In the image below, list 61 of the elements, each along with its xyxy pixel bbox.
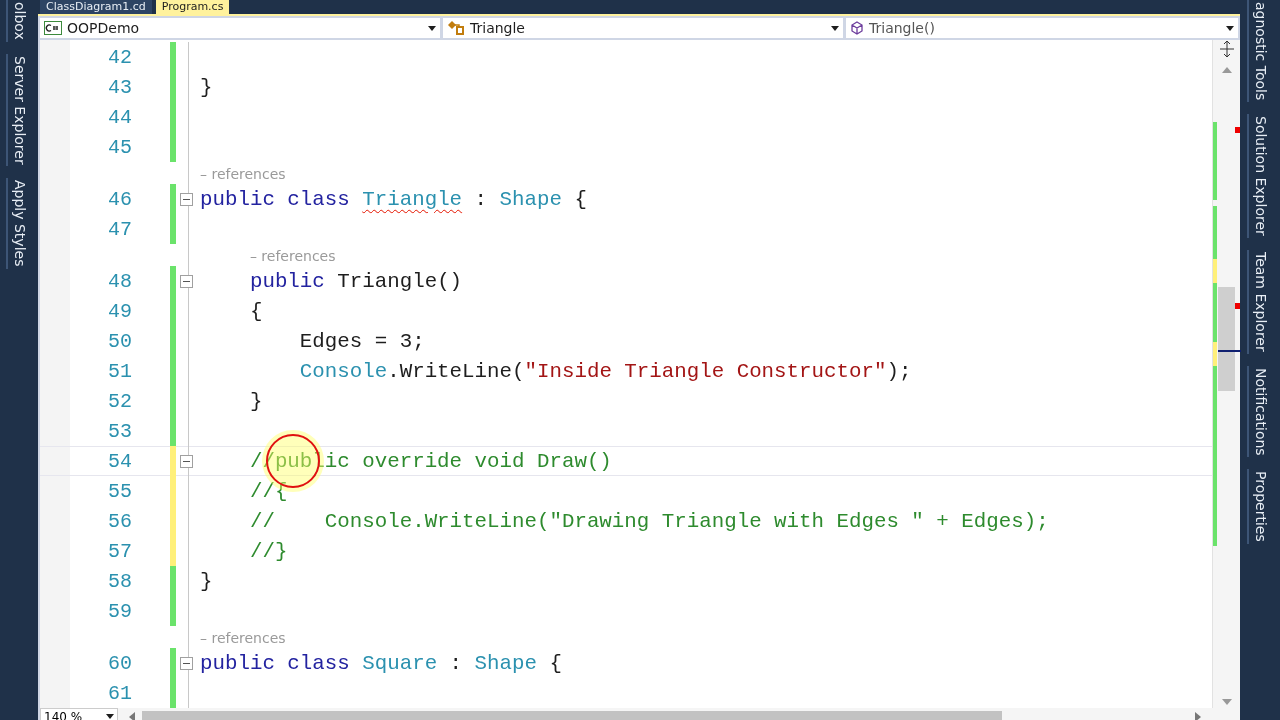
code-line: //{	[248, 479, 289, 503]
line-number: 50	[107, 329, 132, 353]
line-number: 61	[107, 681, 132, 705]
line-number: 58	[107, 569, 132, 593]
line-number: 47	[107, 217, 132, 241]
code-line: public Triangle()	[248, 269, 464, 293]
dropdown-caret-icon	[831, 25, 839, 31]
line-number: 55	[107, 479, 132, 503]
dropdown-caret-icon	[1226, 25, 1234, 31]
code-line: }	[200, 569, 214, 593]
class-icon	[447, 20, 465, 36]
dock-tab[interactable]: Server Explorer	[6, 53, 32, 167]
line-number: 49	[107, 299, 132, 323]
line-number: 42	[107, 45, 132, 69]
collapse-icon[interactable]	[179, 656, 193, 670]
line-number: 44	[107, 105, 132, 129]
code-line: {	[248, 299, 264, 323]
code-line: // Console.WriteLine("Drawing Triangle with Edges " + Edges);	[248, 509, 1050, 533]
dropdown-caret-icon	[106, 714, 114, 719]
line-number: 45	[107, 135, 132, 159]
collapse-icon[interactable]	[179, 274, 193, 288]
vertical-scrollbar[interactable]	[1212, 40, 1240, 708]
code-line: }	[200, 75, 214, 99]
dock-tab[interactable]: agnostic Tools	[1247, 0, 1273, 103]
collapse-icon[interactable]	[179, 192, 193, 206]
code-line: public class Square : Shape {	[200, 651, 563, 675]
navigation-dropdown[interactable]: Triangle	[443, 18, 843, 38]
split-icon[interactable]	[1217, 40, 1236, 58]
line-number: 57	[107, 539, 132, 563]
csharp-file-icon	[44, 21, 62, 35]
line-number: 48	[107, 269, 132, 293]
code-line: //}	[248, 539, 289, 563]
code-line: Edges = 3;	[298, 329, 426, 353]
zoom-dropdown[interactable]: 140 %	[40, 708, 118, 720]
line-number: 43	[107, 75, 132, 99]
dock-tab[interactable]: Solution Explorer	[1247, 114, 1273, 238]
scroll-right-icon[interactable]	[1194, 711, 1202, 720]
collapse-icon[interactable]	[179, 454, 193, 468]
navigation-dropdown[interactable]: OOPDemo	[40, 18, 440, 38]
code-line: public class Triangle : Shape {	[200, 187, 588, 211]
line-number: 60	[107, 651, 132, 675]
scroll-left-icon[interactable]	[128, 711, 136, 720]
dropdown-caret-icon	[428, 25, 436, 31]
navigation-dropdown[interactable]: Triangle()	[846, 18, 1238, 38]
dock-tab[interactable]: Apply Styles	[6, 178, 32, 269]
code-line: }	[248, 389, 264, 413]
dock-tab[interactable]: olbox	[6, 0, 32, 42]
document-tab[interactable]: ClassDiagram1.cd	[40, 0, 152, 14]
line-number: 52	[107, 389, 132, 413]
line-number: 59	[107, 599, 132, 623]
line-number: 56	[107, 509, 132, 533]
code-line: Console.WriteLine("Inside Triangle Constructor");	[298, 359, 913, 383]
cube-icon	[850, 21, 864, 35]
line-number: 53	[107, 419, 132, 443]
document-tab[interactable]: Program.cs	[155, 0, 230, 14]
dock-tab[interactable]: Properties	[1247, 469, 1273, 545]
line-number: 46	[107, 187, 132, 211]
line-number: 51	[107, 359, 132, 383]
line-number: 54	[107, 449, 132, 473]
dock-tab[interactable]: Team Explorer	[1247, 250, 1273, 354]
dock-tab[interactable]: Notifications	[1247, 365, 1273, 458]
